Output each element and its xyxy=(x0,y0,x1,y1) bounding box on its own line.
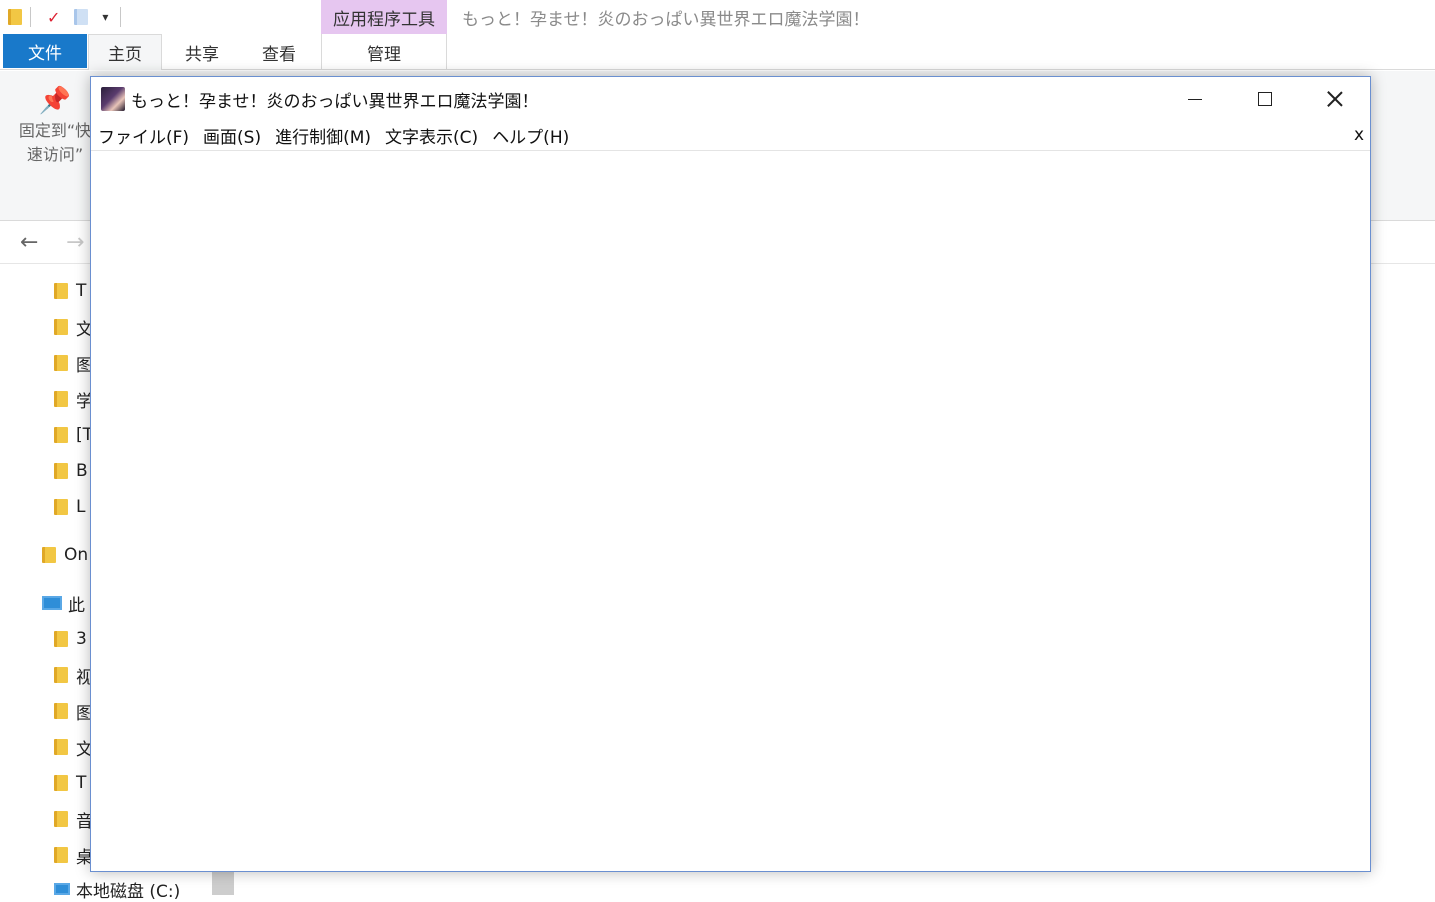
downloads-folder-icon xyxy=(54,283,68,299)
documents-folder-icon xyxy=(54,319,68,335)
menubar-close-button[interactable]: x xyxy=(1354,125,1364,145)
minimize-icon xyxy=(1188,98,1202,100)
tab-view[interactable]: 查看 xyxy=(242,34,316,70)
back-arrow-icon[interactable]: ← xyxy=(20,230,38,255)
tree-item[interactable]: T xyxy=(54,770,86,796)
tree-item-label: L xyxy=(76,497,86,517)
tab-manage[interactable]: 管理 xyxy=(321,34,447,70)
menu-help[interactable]: ヘルプ(H) xyxy=(492,123,569,148)
tree-item[interactable]: [T xyxy=(54,422,93,448)
tree-item-local-disk[interactable]: 本地磁盘 (C:) xyxy=(54,876,180,902)
desktop-folder-icon xyxy=(54,847,68,863)
tree-item-label: 本地磁盘 (C:) xyxy=(76,881,181,902)
videos-folder-icon xyxy=(54,667,68,683)
tree-item[interactable]: 3 xyxy=(54,626,87,652)
app-icon xyxy=(101,87,125,111)
menu-screen[interactable]: 画面(S) xyxy=(203,123,261,148)
tree-item[interactable]: T xyxy=(54,278,86,304)
tab-share[interactable]: 共享 xyxy=(166,34,238,70)
game-window: もっと！孕ませ！炎のおっぱい異世界エロ魔法学園！ ファイル(F) 画面(S) 進… xyxy=(90,76,1371,872)
tree-item[interactable]: 视 xyxy=(54,662,93,688)
tree-item[interactable]: 学 xyxy=(54,386,93,412)
toolbar-separator xyxy=(120,7,122,27)
explorer-window-title: もっと！孕ませ！炎のおっぱい異世界エロ魔法学園！ xyxy=(462,9,870,30)
folder-icon xyxy=(8,9,22,25)
forward-arrow-icon[interactable]: → xyxy=(66,230,84,255)
tree-item-label: T xyxy=(76,773,87,793)
tab-home[interactable]: 主页 xyxy=(88,34,162,70)
folder-icon xyxy=(54,463,68,479)
tree-item[interactable]: B xyxy=(54,458,88,484)
tree-item-this-pc[interactable]: 此 xyxy=(42,590,85,616)
tree-item[interactable]: 桌 xyxy=(54,842,93,868)
menu-file[interactable]: ファイル(F) xyxy=(98,123,189,148)
onedrive-folder-icon xyxy=(42,547,56,563)
tree-item[interactable]: 图 xyxy=(54,350,93,376)
pictures-folder-icon xyxy=(54,355,68,371)
tree-item[interactable]: 文 xyxy=(54,314,93,340)
3d-objects-folder-icon xyxy=(54,631,68,647)
tree-item[interactable]: 图 xyxy=(54,698,93,724)
computer-icon xyxy=(42,596,62,610)
folder-icon xyxy=(54,499,68,515)
game-window-title: もっと！孕ませ！炎のおっぱい異世界エロ魔法学園！ xyxy=(131,91,539,112)
close-icon xyxy=(1327,91,1343,107)
quick-access-toolbar: ✓ ▾ xyxy=(0,0,320,34)
tree-item-onedrive[interactable]: On xyxy=(42,542,88,568)
tree-item-label: T xyxy=(76,281,87,301)
folder-icon xyxy=(54,391,68,407)
documents-folder-icon xyxy=(54,739,68,755)
app-tools-context-label: 应用程序工具 xyxy=(321,0,447,34)
tree-item-label: On xyxy=(64,545,89,565)
tree-item[interactable]: 文 xyxy=(54,734,93,760)
tree-item-label: 3 xyxy=(76,629,87,649)
minimize-button[interactable] xyxy=(1160,77,1230,121)
pin-icon: 📌 xyxy=(38,86,72,116)
new-folder-icon[interactable] xyxy=(74,9,89,25)
tree-item[interactable]: L xyxy=(54,494,85,520)
ribbon-tab-strip: 文件 主页 共享 查看 管理 xyxy=(0,34,1435,70)
windows-drive-icon xyxy=(54,883,70,895)
maximize-icon xyxy=(1258,92,1272,106)
toolbar-separator xyxy=(30,7,31,27)
game-window-titlebar[interactable]: もっと！孕ませ！炎のおっぱい異世界エロ魔法学園！ xyxy=(91,77,1370,121)
tab-file[interactable]: 文件 xyxy=(3,34,87,68)
game-menubar: ファイル(F) 画面(S) 進行制御(M) 文字表示(C) ヘルプ(H) x xyxy=(91,121,1370,151)
downloads-folder-icon xyxy=(54,775,68,791)
pin-label-line2: 速访问” xyxy=(26,145,84,164)
properties-check-icon[interactable]: ✓ xyxy=(47,8,60,27)
tree-item-label: 此 xyxy=(68,595,85,616)
tree-item-label: B xyxy=(76,461,88,481)
game-canvas[interactable] xyxy=(91,152,1370,871)
menu-text-display[interactable]: 文字表示(C) xyxy=(385,123,478,148)
maximize-button[interactable] xyxy=(1230,77,1300,121)
tree-item[interactable]: 音 xyxy=(54,806,93,832)
customize-toolbar-chevron-icon[interactable]: ▾ xyxy=(102,10,108,24)
tree-scrollbar-thumb[interactable] xyxy=(212,870,234,895)
pictures-folder-icon xyxy=(54,703,68,719)
pin-to-quick-access-button[interactable]: 📌 固定到“快 速访问” xyxy=(10,86,100,167)
pin-label-line1: 固定到“快 xyxy=(18,121,92,140)
music-folder-icon xyxy=(54,811,68,827)
folder-icon xyxy=(54,427,68,443)
close-button[interactable] xyxy=(1300,77,1370,121)
menu-progress-control[interactable]: 進行制御(M) xyxy=(275,123,371,148)
